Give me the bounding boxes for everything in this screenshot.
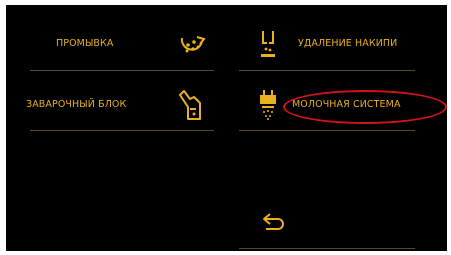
rinse-menu-item[interactable]: ПРОМЫВКА [6, 33, 216, 59]
divider-brew-unit [30, 130, 214, 131]
divider-milk-system [239, 130, 415, 131]
back-arrow-icon [263, 213, 284, 230]
milk-system-menu-item[interactable]: МОЛОЧНАЯ СИСТЕМА [236, 87, 447, 123]
rinse-label: ПРОМЫВКА [56, 38, 114, 49]
maintenance-menu-screen: ПРОМЫВКА УДАЛЕНИЕ НАКИПИ ЗАВАРОЧНЫЙ БЛОК [6, 5, 447, 251]
brew-unit-icon [179, 90, 201, 120]
milk-system-label: МОЛОЧНАЯ СИСТЕМА [292, 99, 401, 110]
divider-rinse [30, 70, 214, 71]
brew-unit-menu-item[interactable]: ЗАВАРОЧНЫЙ БЛОК [6, 89, 216, 123]
descale-label: УДАЛЕНИЕ НАКИПИ [298, 38, 398, 49]
back-button[interactable] [242, 210, 416, 244]
descale-menu-item[interactable]: УДАЛЕНИЕ НАКИПИ [236, 29, 447, 61]
brew-unit-label: ЗАВАРОЧНЫЙ БЛОК [26, 99, 127, 110]
descale-icon [261, 31, 275, 57]
divider-back [239, 248, 415, 249]
milk-system-icon [260, 90, 276, 120]
divider-descale [239, 70, 415, 71]
rinse-icon [180, 36, 206, 53]
